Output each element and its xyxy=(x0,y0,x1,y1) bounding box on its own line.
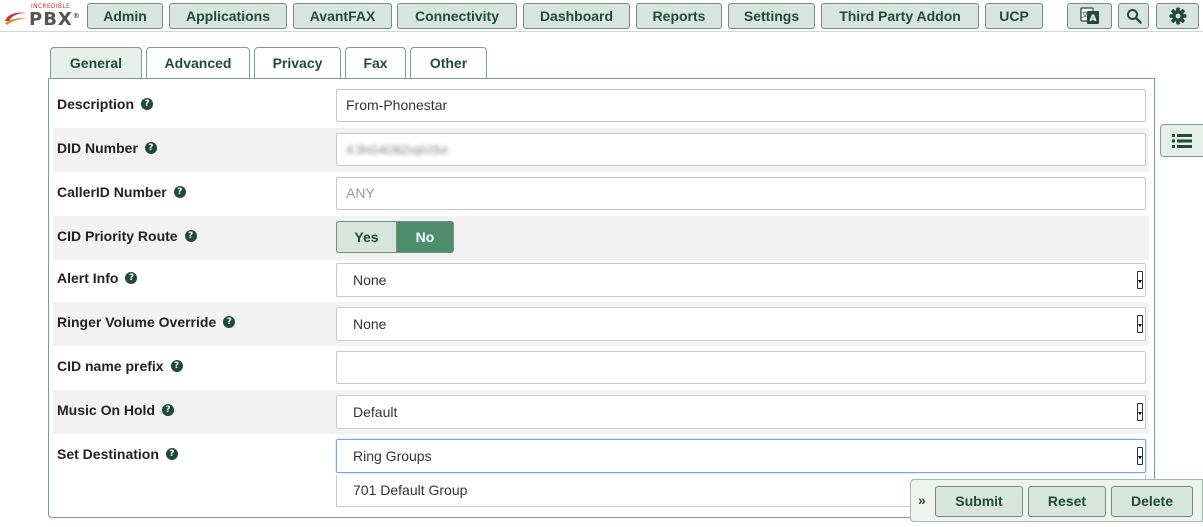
cid-priority-no-button[interactable]: No xyxy=(397,221,454,253)
nav-connectivity-button[interactable]: Connectivity xyxy=(397,3,517,29)
music-on-hold-label: Music On Hold? xyxy=(57,402,174,418)
description-input[interactable]: From-Phonestar xyxy=(336,89,1146,122)
help-icon[interactable]: ? xyxy=(173,186,186,198)
did-number-value: 4:3hG4O8Zrq0J3vl xyxy=(346,143,448,157)
language-button[interactable]: A 文 xyxy=(1067,3,1112,29)
gear-icon xyxy=(1169,7,1186,25)
alert-info-label: Alert Info? xyxy=(57,270,138,286)
nav-admin-button[interactable]: Admin xyxy=(87,3,163,29)
delete-button[interactable]: Delete xyxy=(1111,486,1193,517)
tab-privacy[interactable]: Privacy xyxy=(254,47,341,79)
set-destination-row: Set Destination? Ring Groups xyxy=(53,434,1149,478)
nav-third-party-addon-button[interactable]: Third Party Addon xyxy=(821,3,979,29)
cid-priority-route-toggle: Yes No xyxy=(336,221,454,253)
cid-priority-route-label: CID Priority Route? xyxy=(57,228,197,244)
action-bar: » Submit Reset Delete xyxy=(910,479,1203,522)
help-icon[interactable]: ? xyxy=(125,272,138,284)
chevron-down-icon xyxy=(1137,315,1143,333)
search-button[interactable] xyxy=(1118,3,1149,29)
music-on-hold-value: Default xyxy=(353,404,398,420)
tab-general[interactable]: General xyxy=(50,47,142,80)
cid-name-prefix-input[interactable] xyxy=(336,351,1146,384)
chevron-down-icon xyxy=(1137,403,1143,421)
tab-advanced[interactable]: Advanced xyxy=(146,47,250,79)
description-row: Description? From-Phonestar xyxy=(53,84,1149,128)
music-on-hold-select[interactable]: Default xyxy=(336,395,1146,429)
help-icon[interactable]: ? xyxy=(165,448,178,460)
nav-settings-button[interactable]: Settings xyxy=(728,3,815,29)
ringer-volume-select[interactable]: None xyxy=(336,307,1146,341)
ringer-volume-label: Ringer Volume Override? xyxy=(57,314,236,330)
music-on-hold-row: Music On Hold? Default xyxy=(53,390,1149,434)
did-number-row: DID Number? 4:3hG4O8Zrq0J3vl xyxy=(53,128,1149,172)
cid-priority-route-row: CID Priority Route? Yes No xyxy=(53,216,1149,260)
help-icon[interactable]: ? xyxy=(162,404,174,416)
set-destination-select[interactable]: Ring Groups xyxy=(336,439,1146,473)
help-icon[interactable]: ? xyxy=(184,230,197,242)
chevron-down-icon xyxy=(1137,271,1143,289)
collapse-actions-icon[interactable]: » xyxy=(918,492,926,508)
translate-icon: A 文 xyxy=(1079,7,1099,24)
help-icon[interactable]: ? xyxy=(141,98,154,110)
svg-text:文: 文 xyxy=(1081,10,1088,19)
nav-ucp-button[interactable]: UCP xyxy=(985,3,1043,29)
ringer-volume-row: Ringer Volume Override? None xyxy=(53,302,1149,346)
ringer-volume-value: None xyxy=(353,316,387,332)
incrediblepbx-logo[interactable]: INCREDIBLE PBX® xyxy=(3,3,83,30)
callerid-number-row: CallerID Number? ANY xyxy=(53,172,1149,216)
list-icon xyxy=(1172,133,1192,148)
help-icon[interactable]: ? xyxy=(170,360,183,372)
description-label: Description? xyxy=(57,96,154,112)
logo-main-text: PBX® xyxy=(29,9,81,30)
logo-swoosh-icon xyxy=(5,12,27,25)
svg-text:A: A xyxy=(1089,14,1096,24)
chevron-down-icon xyxy=(1137,447,1143,465)
alert-info-value: None xyxy=(353,272,387,288)
sidebar-toggle-button[interactable] xyxy=(1160,124,1203,157)
tab-fax[interactable]: Fax xyxy=(345,47,406,79)
settings-gear-button[interactable] xyxy=(1156,3,1199,29)
alert-info-row: Alert Info? None xyxy=(53,258,1149,302)
callerid-number-input[interactable]: ANY xyxy=(336,177,1146,210)
did-number-label: DID Number? xyxy=(57,140,157,156)
cid-name-prefix-row: CID name prefix? xyxy=(53,346,1149,390)
nav-reports-button[interactable]: Reports xyxy=(636,3,722,29)
nav-dashboard-button[interactable]: Dashboard xyxy=(523,3,630,29)
alert-info-select[interactable]: None xyxy=(336,263,1146,297)
nav-avantfax-button[interactable]: AvantFAX xyxy=(293,3,392,29)
cid-name-prefix-label: CID name prefix? xyxy=(57,358,183,374)
set-destination-value: Ring Groups xyxy=(353,448,432,464)
search-icon xyxy=(1126,9,1142,24)
tab-other[interactable]: Other xyxy=(410,47,487,79)
cid-priority-yes-button[interactable]: Yes xyxy=(336,221,397,253)
help-icon[interactable]: ? xyxy=(144,142,157,154)
reset-button[interactable]: Reset xyxy=(1028,486,1106,517)
callerid-number-label: CallerID Number? xyxy=(57,184,186,200)
did-number-input[interactable]: 4:3hG4O8Zrq0J3vl xyxy=(336,133,1146,166)
top-navbar: INCREDIBLE PBX® Admin Applications Avant… xyxy=(0,0,1203,32)
set-destination-label: Set Destination? xyxy=(57,446,178,462)
help-icon[interactable]: ? xyxy=(223,316,236,328)
submit-button[interactable]: Submit xyxy=(935,486,1023,517)
nav-applications-button[interactable]: Applications xyxy=(169,3,287,29)
